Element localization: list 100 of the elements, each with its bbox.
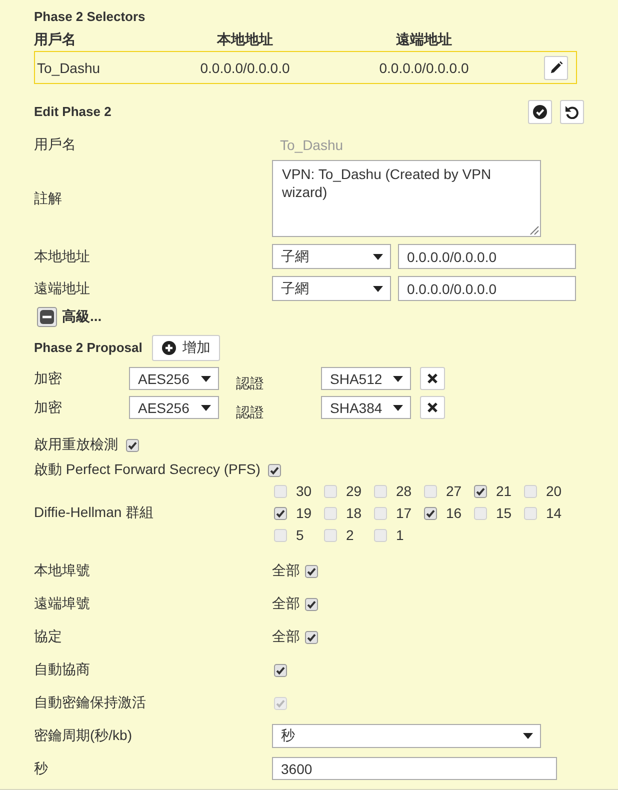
remove-button[interactable] — [420, 396, 445, 419]
add-button[interactable]: 增加 — [152, 335, 220, 361]
field-label: 認證 — [236, 374, 264, 392]
checkbox[interactable] — [324, 506, 337, 520]
cross-icon — [427, 402, 438, 413]
checkbox-label: 29 — [346, 483, 362, 499]
field-label: 認證 — [236, 404, 264, 422]
checkbox[interactable] — [274, 664, 287, 676]
checkbox-label: 28 — [396, 483, 412, 499]
field-label: 自動密鑰保持激活 — [34, 694, 146, 712]
section-title: Edit Phase 2 — [34, 103, 112, 121]
checkbox-label: 20 — [546, 483, 562, 499]
field-label: 用戶名 — [34, 136, 76, 154]
checkbox[interactable] — [305, 630, 318, 644]
column-header: 本地地址 — [217, 31, 273, 49]
field-label: 自動協商 — [34, 661, 90, 679]
caret-icon — [393, 404, 403, 410]
checkbox[interactable] — [268, 464, 282, 476]
checkbox-label: 19 — [296, 505, 312, 521]
field-label: 啟動 Perfect Forward Secrecy (PFS) — [34, 461, 260, 479]
field-label: Diffie-Hellman 群組 — [34, 504, 154, 522]
address-field[interactable]: 0.0.0.0/0.0.0.0 — [398, 244, 576, 269]
caret-icon — [523, 733, 533, 739]
undo-icon — [565, 105, 579, 119]
edit-button[interactable] — [544, 56, 568, 80]
checkbox[interactable] — [274, 528, 287, 542]
checkbox[interactable] — [274, 484, 287, 498]
field-label: 遠端地址 — [34, 280, 90, 298]
checkbox[interactable] — [524, 506, 537, 520]
table-cell: 0.0.0.0/0.0.0.0 — [200, 60, 290, 76]
address-type-select[interactable]: 子網 — [272, 244, 391, 269]
field-label: 協定 — [34, 628, 62, 646]
column-header: 用戶名 — [34, 31, 76, 49]
field-label: 加密 — [34, 370, 62, 386]
field-label: 秒 — [34, 760, 48, 778]
field-label: 加密 — [34, 398, 62, 414]
authentication-select[interactable]: SHA512 — [321, 367, 411, 390]
caret-icon — [201, 376, 211, 382]
column-header: 遠端地址 — [396, 31, 452, 49]
checkbox-label: 5 — [296, 527, 304, 543]
checkbox-label: 全部 — [272, 595, 300, 613]
pencil-icon — [550, 61, 562, 74]
checkbox[interactable] — [474, 484, 487, 498]
comment-field[interactable]: VPN: To_Dashu (Created by VPN wizard) — [272, 160, 541, 237]
checkbox-label: 30 — [296, 483, 312, 499]
caret-icon — [393, 376, 403, 382]
checkbox-label: 18 — [346, 505, 362, 521]
checkbox[interactable] — [424, 506, 437, 520]
section-title: Phase 2 Proposal — [34, 339, 142, 357]
caret-icon — [201, 404, 211, 410]
checkbox-label: 全部 — [272, 628, 300, 646]
checkbox[interactable] — [374, 528, 387, 542]
section-title: Phase 2 Selectors — [34, 8, 146, 26]
checkbox-label: 27 — [446, 483, 462, 499]
checkbox-label: 16 — [446, 505, 462, 521]
table-cell: 0.0.0.0/0.0.0.0 — [379, 60, 469, 76]
confirm-button[interactable] — [528, 100, 552, 124]
checkbox-label: 14 — [546, 505, 562, 521]
key-lifetime-select[interactable]: 秒 — [272, 724, 541, 748]
caret-icon — [373, 254, 383, 260]
revert-button[interactable] — [560, 100, 584, 124]
resize-grip-icon[interactable] — [529, 225, 539, 235]
checkbox[interactable] — [424, 484, 437, 498]
field-label: 註解 — [34, 190, 62, 208]
table-cell: To_Dashu — [37, 60, 100, 76]
checkbox[interactable] — [305, 564, 318, 578]
encryption-select[interactable]: AES256 — [129, 367, 219, 390]
checkbox-label: 21 — [496, 483, 512, 499]
checkbox[interactable] — [126, 438, 139, 452]
checkbox[interactable] — [274, 506, 287, 520]
cross-icon — [427, 373, 438, 384]
field-label: 本地埠號 — [34, 562, 90, 580]
checkbox[interactable] — [474, 506, 487, 520]
checkbox-label: 全部 — [272, 562, 300, 580]
advanced-toggle[interactable]: 高級... — [34, 306, 102, 328]
checkbox-label: 17 — [396, 505, 412, 521]
checkbox-label: 1 — [396, 527, 404, 543]
encryption-select[interactable]: AES256 — [129, 396, 219, 419]
remove-button[interactable] — [420, 367, 445, 390]
checkbox[interactable] — [374, 506, 387, 520]
checkbox[interactable] — [324, 528, 337, 542]
plus-circle-icon — [162, 341, 176, 355]
field-label: 啟用重放檢測 — [34, 436, 118, 454]
username-value: To_Dashu — [280, 137, 344, 153]
checkbox[interactable] — [524, 484, 537, 498]
caret-icon — [373, 286, 383, 292]
checkbox-label: 2 — [346, 527, 354, 543]
field-label: 本地地址 — [34, 248, 90, 266]
checkbox[interactable] — [324, 484, 337, 498]
authentication-select[interactable]: SHA384 — [321, 396, 411, 419]
checkbox[interactable] — [374, 484, 387, 498]
checkbox[interactable] — [305, 598, 318, 610]
table-row[interactable]: To_Dashu 0.0.0.0/0.0.0.0 0.0.0.0/0.0.0.0 — [34, 51, 577, 84]
field-label: 密鑰周期(秒/kb) — [34, 727, 132, 745]
address-type-select[interactable]: 子網 — [272, 276, 391, 301]
field-label: 遠端埠號 — [34, 595, 90, 613]
seconds-field[interactable]: 3600 — [272, 757, 557, 780]
address-field[interactable]: 0.0.0.0/0.0.0.0 — [398, 276, 576, 301]
checkbox-label: 15 — [496, 505, 512, 521]
check-circle-icon — [533, 105, 547, 119]
